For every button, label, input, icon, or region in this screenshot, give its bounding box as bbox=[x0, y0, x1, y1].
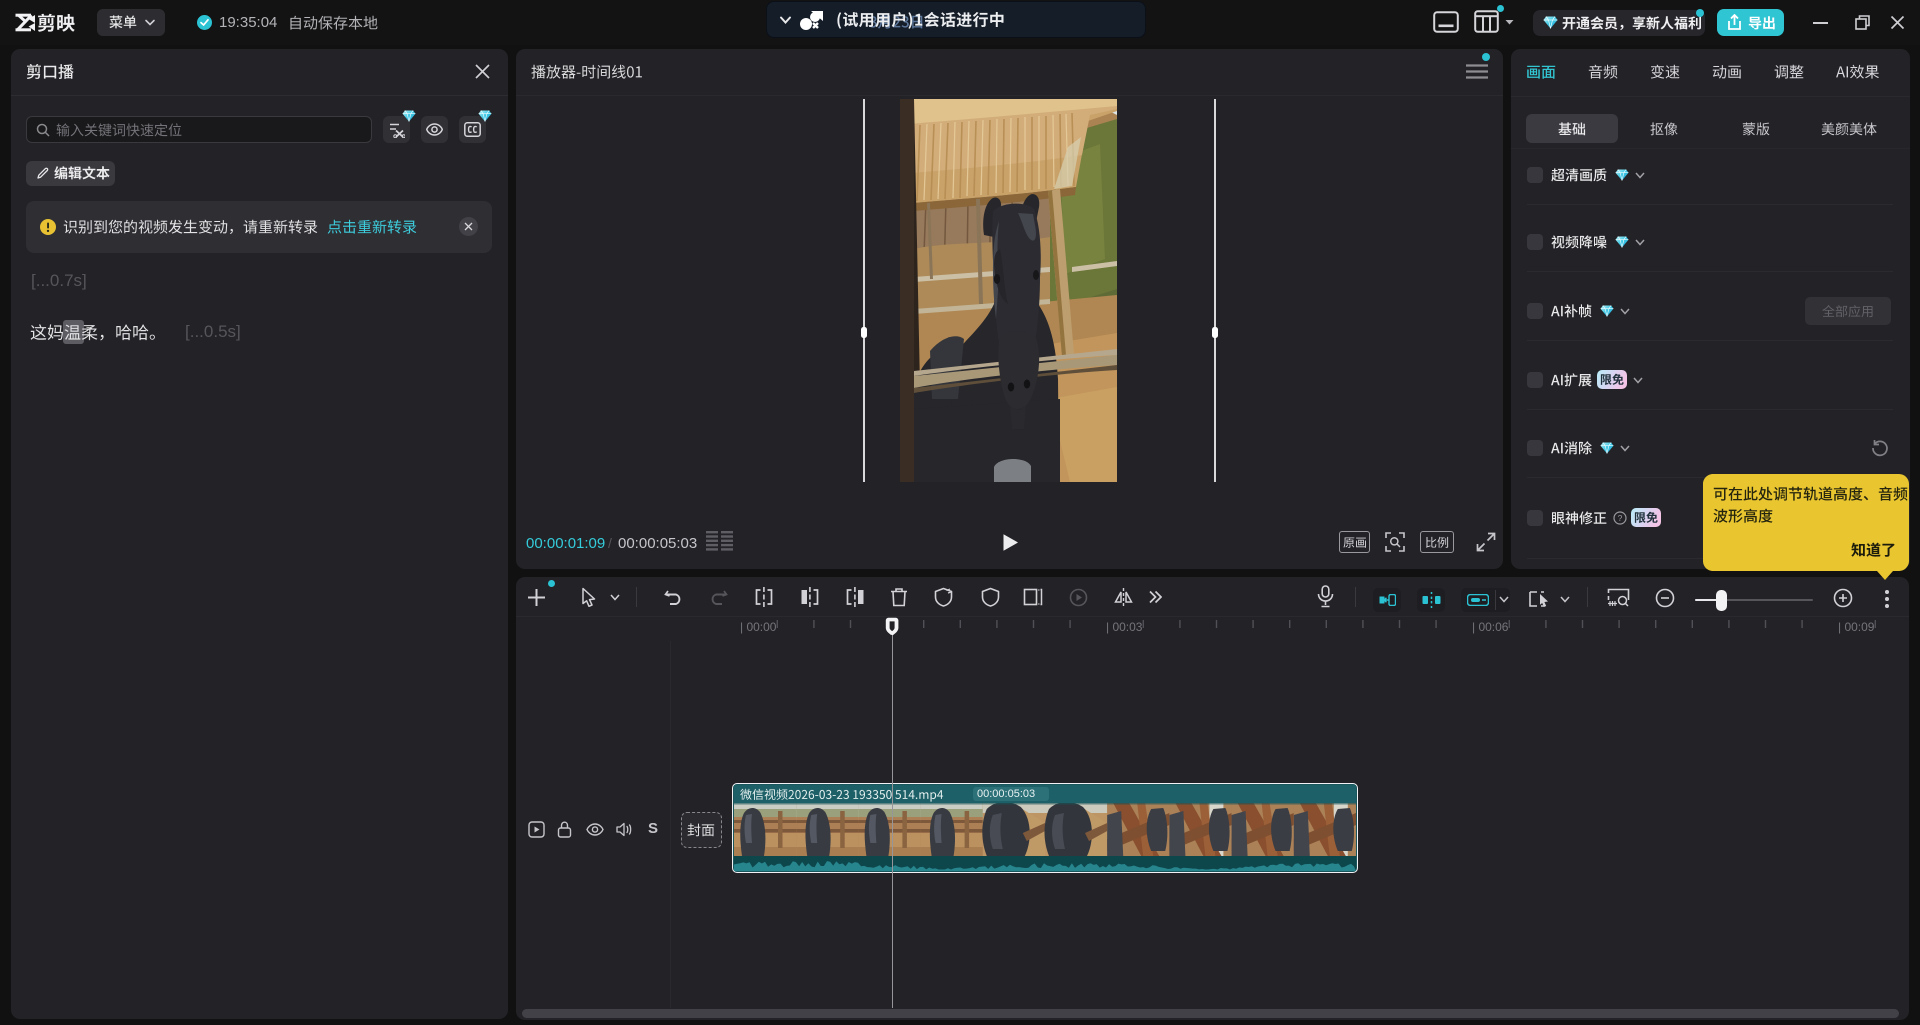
svg-text:?: ? bbox=[1618, 513, 1623, 523]
